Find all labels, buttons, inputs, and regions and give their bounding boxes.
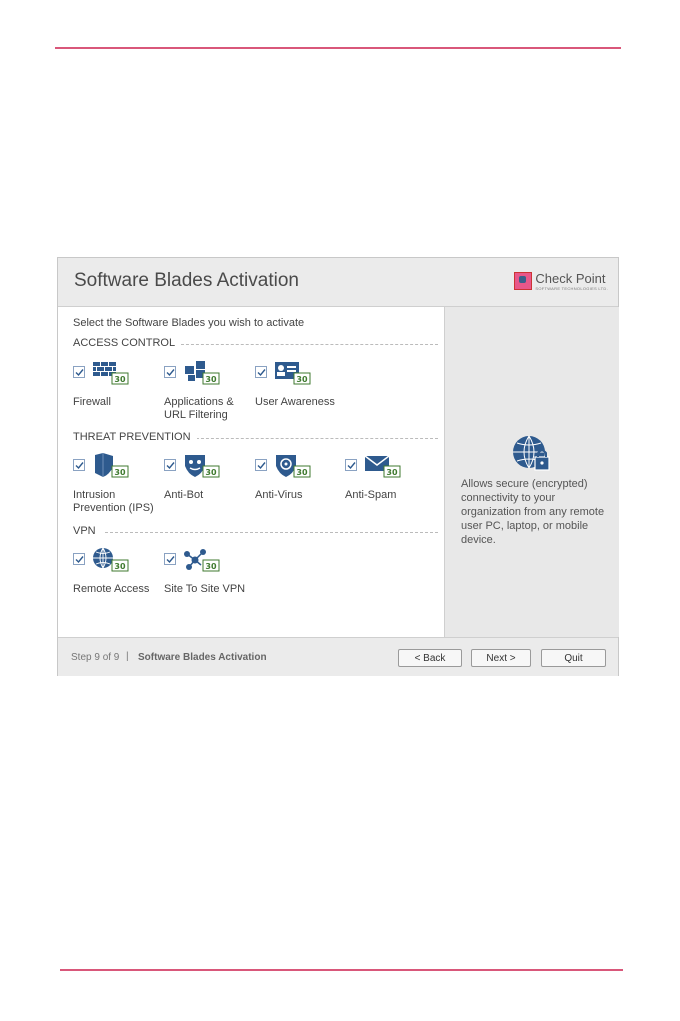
applications-checkbox[interactable] — [164, 366, 176, 378]
firewall-icon: 30 — [93, 362, 129, 385]
blade-label: Applications & URL Filtering — [164, 396, 234, 421]
svg-text:30: 30 — [114, 375, 126, 384]
section-threat-prevention: THREAT PREVENTION — [73, 431, 438, 443]
site-to-site-vpn-checkbox[interactable] — [164, 553, 176, 565]
anti-bot-checkbox[interactable] — [164, 459, 176, 471]
svg-text:30: 30 — [114, 562, 126, 571]
svg-text:30: 30 — [386, 468, 398, 477]
ips-icon: 30 — [95, 453, 129, 478]
step-indicator: Step 9 of 9 — [71, 652, 120, 663]
blade-label: Anti-Virus — [255, 489, 303, 501]
section-vpn: VPN — [73, 525, 438, 537]
anti-virus-icon: 30 — [276, 455, 311, 478]
top-rule — [55, 47, 621, 49]
firewall-checkbox[interactable] — [73, 366, 85, 378]
logo-name: Check Point — [535, 271, 606, 286]
back-button[interactable]: < Back — [398, 649, 462, 667]
svg-text:30: 30 — [114, 468, 126, 477]
section-access-control: ACCESS CONTROL — [73, 337, 438, 349]
svg-text:30: 30 — [205, 468, 217, 477]
wizard-footer: Step 9 of 9 | Software Blades Activation… — [58, 637, 618, 676]
step-separator: | — [126, 651, 129, 662]
check-point-logo: Check Point SOFTWARE TECHNOLOGIES LTD. — [514, 272, 608, 292]
remote-access-globe-lock-icon — [513, 435, 550, 471]
anti-bot-icon: 30 — [185, 455, 220, 478]
quit-button[interactable]: Quit — [541, 649, 606, 667]
step-name: Software Blades Activation — [138, 652, 267, 663]
section-label: ACCESS CONTROL — [73, 337, 182, 349]
blades-panel: Select the Software Blades you wish to a… — [58, 307, 444, 637]
blade-label: Anti-Bot — [164, 489, 204, 501]
anti-spam-icon: 30 — [364, 455, 401, 478]
anti-virus-checkbox[interactable] — [255, 459, 267, 471]
description-panel: Allows secure (encrypted) connectivity t… — [444, 307, 619, 637]
user-awareness-icon: 30 — [275, 362, 311, 385]
blade-label: User Awareness — [255, 396, 335, 408]
window-header: Software Blades Activation Check Point S… — [58, 258, 618, 307]
user-awareness-checkbox[interactable] — [255, 366, 267, 378]
section-label: THREAT PREVENTION — [73, 431, 197, 443]
blade-label: Intrusion Prevention (IPS) — [73, 489, 154, 514]
installer-window: Software Blades Activation Check Point S… — [57, 257, 619, 676]
site-to-site-vpn-icon: 30 — [184, 549, 220, 572]
svg-text:30: 30 — [296, 468, 308, 477]
blade-description: Allows secure (encrypted) connectivity t… — [461, 478, 605, 546]
section-label: VPN — [73, 525, 102, 537]
blade-label: Firewall — [73, 396, 111, 408]
bottom-rule — [60, 969, 623, 971]
ips-checkbox[interactable] — [73, 459, 85, 471]
blade-label: Site To Site VPN — [164, 583, 246, 595]
window-title: Software Blades Activation — [74, 270, 299, 291]
applications-icon: 30 — [185, 361, 220, 385]
svg-text:30: 30 — [205, 375, 217, 384]
svg-text:30: 30 — [205, 562, 217, 571]
next-button[interactable]: Next > — [471, 649, 531, 667]
remote-access-icon: 30 — [93, 547, 129, 572]
check-point-logo-icon — [514, 272, 533, 290]
svg-text:30: 30 — [296, 375, 308, 384]
blade-label: Remote Access — [73, 583, 150, 595]
remote-access-checkbox[interactable] — [73, 553, 85, 565]
anti-spam-checkbox[interactable] — [345, 459, 357, 471]
blade-label: Anti-Spam — [345, 489, 397, 501]
logo-tagline: SOFTWARE TECHNOLOGIES LTD. — [535, 286, 608, 291]
instruction-text: Select the Software Blades you wish to a… — [73, 317, 305, 329]
